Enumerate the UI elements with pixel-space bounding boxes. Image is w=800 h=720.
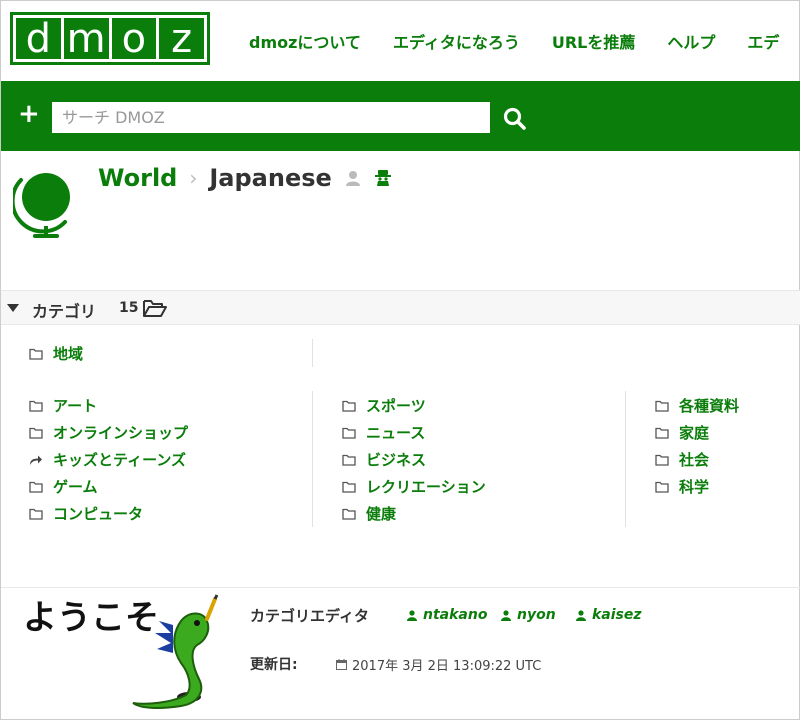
list-item[interactable]: ニュース [342,422,425,443]
list-item[interactable]: 社会 [655,449,709,470]
globe-icon [13,173,70,238]
editor-name[interactable]: kaisez [592,607,642,623]
folder-icon [29,427,43,439]
plus-icon[interactable]: + [18,101,40,127]
category-link[interactable]: レクリエーション [366,476,486,497]
site-header: d m o z dmozについて エディタになろう URLを推薦 ヘルプ エデ [1,1,800,81]
breadcrumb-current: Japanese [209,164,332,192]
category-link[interactable]: 家庭 [679,422,709,443]
calendar-icon [336,659,347,670]
nav-help[interactable]: ヘルプ [667,29,715,53]
category-link[interactable]: ゲーム [53,476,98,497]
mascot-image: ようこそ [23,594,219,709]
category-link[interactable]: ビジネス [366,449,426,470]
folder-icon [342,454,356,466]
category-link[interactable]: 社会 [679,449,709,470]
category-link[interactable]: 各種資料 [679,395,739,416]
user-icon[interactable] [344,169,362,187]
folder-icon [29,348,43,360]
editor-link[interactable]: kaisez [576,607,642,623]
folder-icon [342,508,356,520]
user-icon [576,609,586,621]
list-item[interactable]: 各種資料 [655,395,739,416]
column-divider [625,391,626,527]
nav-become-editor[interactable]: エディタになろう [393,29,520,53]
folder-icon [29,508,43,520]
list-item[interactable]: スポーツ [342,395,426,416]
list-item[interactable]: コンピュータ [29,503,143,524]
folder-icon [655,427,669,439]
folder-icon [655,454,669,466]
category-link[interactable]: オンラインショップ [53,422,188,443]
mascot-text: ようこそ [23,598,159,638]
folder-icon [655,400,669,412]
user-icon [501,609,511,621]
folder-open-icon [143,300,167,317]
spy-icon[interactable] [374,169,392,187]
section-divider [1,587,800,588]
category-link[interactable]: ニュース [366,422,425,443]
list-item[interactable]: 科学 [655,476,709,497]
column-divider [312,339,313,367]
list-item[interactable]: アート [29,395,97,416]
share-arrow-icon [30,455,42,465]
updated-value: 2017年 3月 2日 13:09:22 UTC [336,655,541,674]
folder-icon [29,400,43,412]
caret-down-icon[interactable] [7,304,19,312]
folder-icon [655,481,669,493]
list-item[interactable]: 地域 [29,343,83,364]
editor-name[interactable]: nyon [517,607,556,623]
breadcrumb-world[interactable]: World [98,164,177,192]
chevron-right-icon: › [189,166,198,190]
folder-icon [342,400,356,412]
category-link[interactable]: 地域 [53,343,83,364]
logo-letter: z [159,18,204,59]
dmoz-logo[interactable]: d m o z [10,12,210,65]
folder-icon [342,427,356,439]
folder-icon [342,481,356,493]
user-icon [407,609,417,621]
list-item[interactable]: 家庭 [655,422,709,443]
category-title: カテゴリ [32,302,97,321]
category-count: 15 [119,300,139,316]
editor-link[interactable]: ntakano [407,607,487,623]
category-header[interactable]: カテゴリ 15 [1,290,800,325]
editor-name[interactable]: ntakano [423,607,487,623]
list-item[interactable]: キッズとティーンズ [29,449,186,470]
search-input[interactable] [51,101,491,134]
logo-letter: m [63,18,109,59]
nav-about[interactable]: dmozについて [249,29,361,53]
category-link[interactable]: コンピュータ [53,503,143,524]
list-item[interactable]: オンラインショップ [29,422,188,443]
list-item[interactable]: 健康 [342,503,396,524]
breadcrumb: World › Japanese [98,164,392,192]
nav-editor-login[interactable]: エデ [747,29,779,53]
folder-icon [29,481,43,493]
list-item[interactable]: ゲーム [29,476,98,497]
list-item[interactable]: レクリエーション [342,476,486,497]
top-navigation: dmozについて エディタになろう URLを推薦 ヘルプ エデ [249,29,779,53]
nav-suggest-url[interactable]: URLを推薦 [552,29,636,53]
editors-label: カテゴリエディタ [250,607,369,625]
category-link[interactable]: キッズとティーンズ [53,449,186,470]
category-link[interactable]: アート [53,395,97,416]
category-link[interactable]: 科学 [679,476,709,497]
category-link[interactable]: 健康 [366,503,396,524]
updated-date: 2017年 3月 2日 13:09:22 UTC [352,659,542,674]
editor-link[interactable]: nyon [501,607,556,623]
search-icon [503,107,526,130]
category-link[interactable]: スポーツ [366,395,426,416]
search-button[interactable] [501,105,529,133]
column-divider [312,391,313,527]
logo-letter: d [16,18,61,59]
updated-label: 更新日: [250,657,298,673]
list-item[interactable]: ビジネス [342,449,426,470]
logo-letter: o [111,18,157,59]
